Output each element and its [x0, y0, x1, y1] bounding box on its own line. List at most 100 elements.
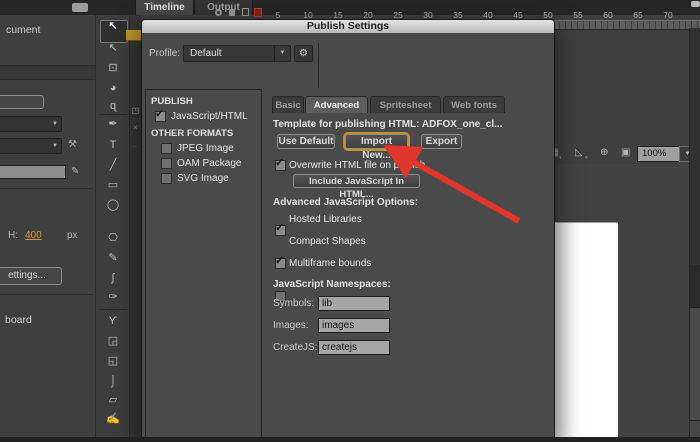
properties-small-button[interactable]: [0, 95, 44, 109]
right-panel-edge: [689, 28, 700, 265]
width-tool-icon[interactable]: ✑: [96, 290, 130, 304]
wrench-icon[interactable]: ⚒: [68, 139, 77, 150]
tools-panel: ↖ ↖ ⊡ ◕ ɋ ✒ T ╱ ▭ ◯ ⎔ ✎ ʃ ✑ Ƴ ◲ ◱ ⌡ ▱ ✍: [95, 15, 130, 442]
polystar-tool-icon[interactable]: ⎔: [96, 231, 130, 245]
outline-box-icon[interactable]: [242, 8, 249, 16]
import-new-button[interactable]: Import New...: [345, 134, 408, 149]
chevron-down-icon: ▼: [52, 139, 58, 153]
properties-section-header[interactable]: [0, 65, 95, 80]
ruler-number: 60: [603, 10, 612, 20]
hosted-libraries-label: Hosted Libraries: [289, 214, 362, 225]
ruler-number: 65: [633, 10, 642, 20]
oval-tool-icon[interactable]: ◯: [96, 198, 130, 212]
tab-spritesheet[interactable]: Spritesheet: [370, 96, 441, 113]
brush-tool-icon[interactable]: ʃ: [96, 271, 130, 285]
createjs-label: CreateJS:: [273, 342, 317, 353]
right-panel-edge: [689, 265, 700, 307]
edit-pencil-icon[interactable]: ✎: [71, 166, 79, 177]
panel-back-icon[interactable]: ←: [130, 141, 141, 150]
pen-tool-icon[interactable]: ✒: [96, 117, 130, 131]
paint-bucket-tool-icon[interactable]: ◲: [96, 334, 130, 348]
compact-shapes-label: Compact Shapes: [289, 236, 366, 247]
free-transform-tool-icon[interactable]: ⊡: [96, 61, 130, 75]
format-row-javascript-html[interactable]: JavaScript/HTML: [155, 111, 261, 122]
format-row-jpeg-image[interactable]: JPEG Image: [161, 143, 261, 154]
tab-timeline[interactable]: Timeline: [135, 0, 194, 15]
overwrite-html-checkbox[interactable]: [275, 160, 286, 171]
zoom-level-input[interactable]: 100%: [637, 146, 683, 162]
images-label: Images:: [273, 320, 309, 331]
rotation-tool-icon[interactable]: ◕: [96, 81, 130, 95]
clip-bounds-icon[interactable]: ▣: [621, 147, 630, 158]
ink-bottle-tool-icon[interactable]: ◱: [96, 354, 130, 368]
chevron-down-icon: ▼: [274, 46, 290, 61]
hand-tool-icon[interactable]: ✍: [96, 412, 130, 426]
height-value[interactable]: 400: [25, 230, 42, 241]
right-panel-edge: [689, 420, 700, 437]
oam-package-checkbox[interactable]: [161, 158, 172, 169]
export-button[interactable]: Export: [421, 134, 462, 149]
javascript-html-checkbox[interactable]: [155, 111, 166, 122]
top-strip: [255, 0, 700, 8]
panel-menu-button[interactable]: [72, 3, 88, 12]
ruler-number: 55: [573, 10, 582, 20]
svg-image-checkbox[interactable]: [161, 173, 172, 184]
format-row-oam-package[interactable]: OAM Package: [161, 158, 261, 169]
eyedropper-tool-icon[interactable]: ⌡: [96, 374, 130, 388]
profile-options-button[interactable]: ⚙: [294, 45, 313, 62]
symbols-label: Symbols:: [273, 298, 314, 309]
timeline-tick-strip[interactable]: [553, 20, 700, 30]
profile-label: Profile:: [149, 48, 180, 59]
line-tool-icon[interactable]: ╱: [96, 158, 130, 172]
divider: [318, 43, 319, 88]
properties-text-input[interactable]: [0, 165, 66, 179]
flash-workspace: TimelineOutput 5101520253035404550556065…: [0, 0, 700, 442]
properties-dropdown-2[interactable]: ▼: [0, 138, 62, 154]
properties-dropdown-1[interactable]: ▼: [0, 116, 62, 132]
bone-tool-icon[interactable]: Ƴ: [96, 314, 130, 328]
createjs-input[interactable]: createjs: [318, 340, 390, 355]
eraser-tool-icon[interactable]: ▱: [96, 393, 130, 407]
stage-canvas[interactable]: [554, 222, 618, 438]
height-label: H:: [8, 230, 18, 241]
text-tool-icon[interactable]: T: [96, 138, 130, 152]
jpeg-image-checkbox[interactable]: [161, 143, 172, 154]
rectangle-tool-icon[interactable]: ▭: [96, 178, 130, 192]
profile-value: Default: [190, 46, 222, 61]
format-row-svg-image[interactable]: SVG Image: [161, 173, 261, 184]
panel-close-icon[interactable]: ×: [130, 123, 141, 132]
bottom-bar: [0, 437, 700, 442]
selection-tool-icon[interactable]: ↖: [96, 19, 130, 33]
panel-page-icon[interactable]: ◳: [130, 106, 141, 115]
include-javascript-button[interactable]: Include JavaScript In HTML...: [293, 174, 420, 188]
board-label: board: [5, 314, 32, 326]
template-label: Template for publishing HTML:: [273, 119, 419, 130]
compact-shapes-checkbox[interactable]: [275, 258, 286, 269]
dialog-title[interactable]: Publish Settings: [142, 20, 554, 33]
symbols-input[interactable]: lib: [318, 296, 390, 311]
tab-basic[interactable]: Basic: [272, 96, 304, 113]
publish-settings-button[interactable]: ettings...: [0, 267, 62, 285]
lasso-tool-icon[interactable]: ɋ: [96, 99, 130, 113]
ruler-number: 70: [663, 10, 672, 20]
images-input[interactable]: images: [318, 318, 390, 333]
subselection-tool-icon[interactable]: ↖: [96, 41, 130, 55]
profile-dropdown[interactable]: Default ▼: [183, 45, 291, 62]
tab-advanced[interactable]: Advanced: [305, 96, 368, 113]
visibility-eye-icon[interactable]: [215, 9, 222, 16]
use-default-button[interactable]: Use Default: [277, 134, 335, 149]
collapsed-panel-strip: ◳ × ←: [130, 15, 141, 442]
corner-snap-icon[interactable]: ◺: [575, 147, 583, 158]
center-stage-icon[interactable]: ⊕: [600, 147, 608, 158]
section-header-publish: PUBLISH: [151, 96, 261, 107]
selected-frame-icon[interactable]: [254, 8, 262, 17]
hosted-libraries-checkbox[interactable]: [275, 225, 286, 236]
divider: [0, 188, 93, 189]
tab-web-fonts[interactable]: Web fonts: [443, 96, 505, 113]
advanced-options-header: Advanced JavaScript Options:: [273, 197, 418, 208]
overwrite-html-label: Overwrite HTML file on publish: [289, 160, 425, 171]
panel-options-button[interactable]: [691, 1, 700, 7]
lock-icon[interactable]: [229, 9, 235, 16]
pencil-tool-icon[interactable]: ✎: [96, 251, 130, 265]
template-value: ADFOX_one_cl...: [422, 119, 503, 130]
